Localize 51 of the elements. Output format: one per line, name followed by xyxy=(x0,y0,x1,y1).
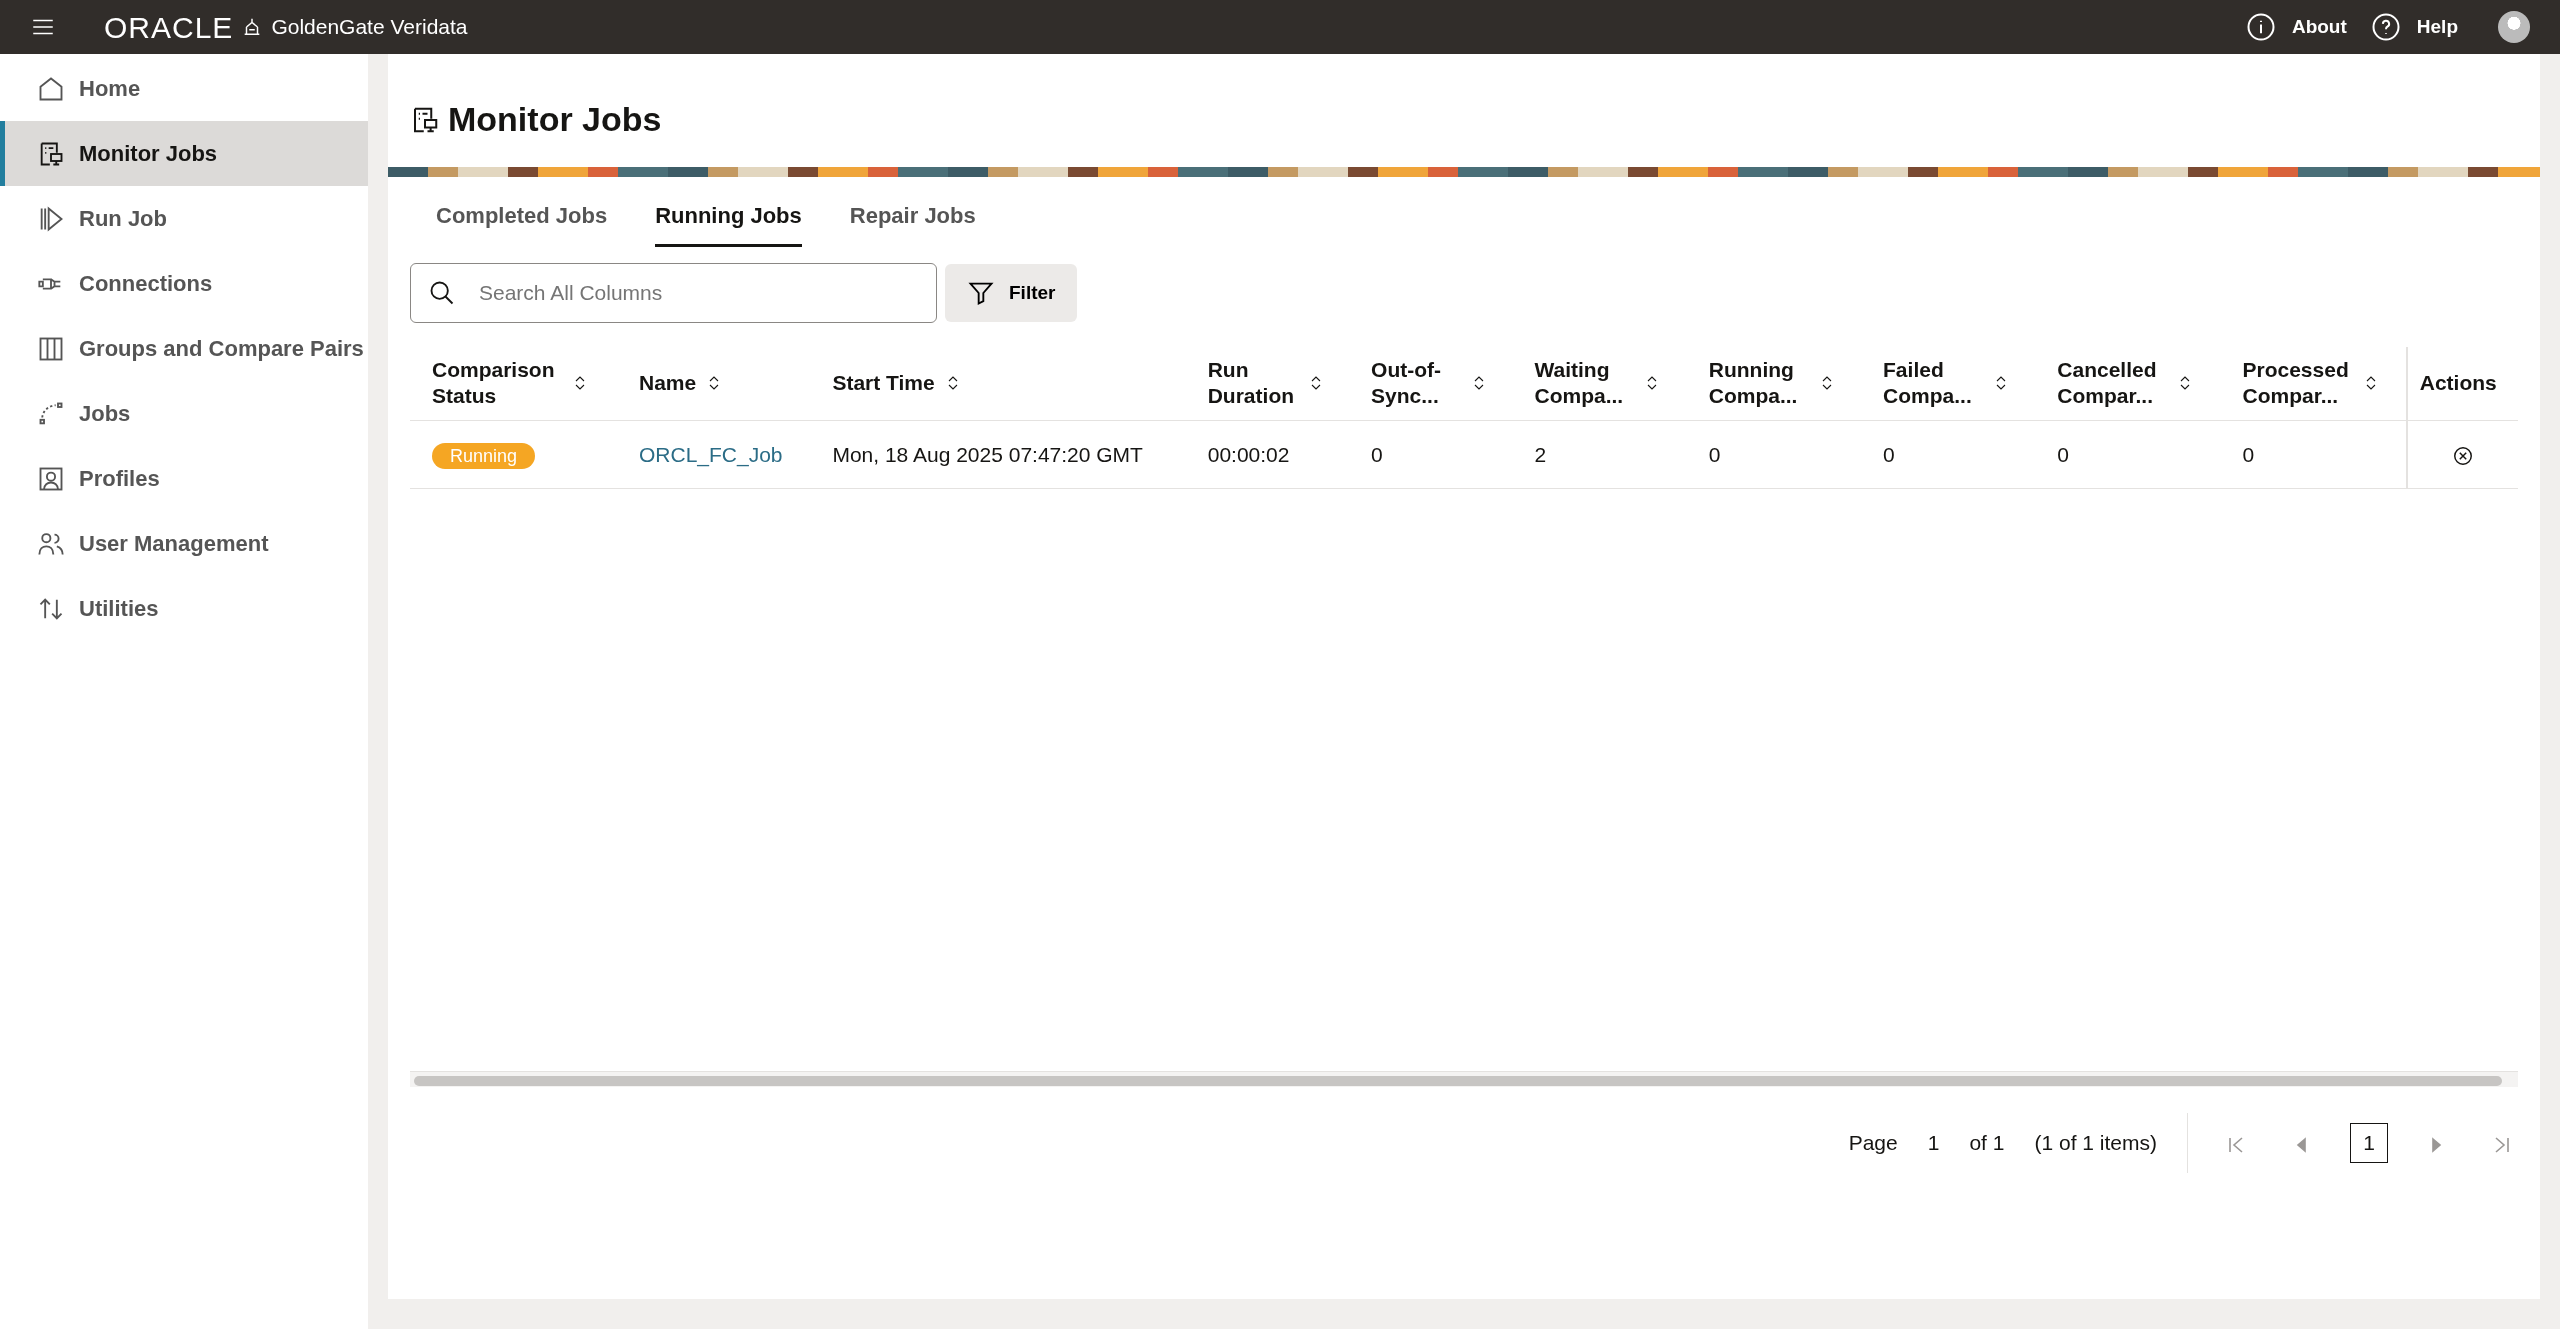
sidebar-item[interactable]: Connections xyxy=(0,251,368,316)
help-icon xyxy=(2370,12,2401,42)
column-header[interactable]: Name xyxy=(638,370,697,397)
tab[interactable]: Completed Jobs xyxy=(436,185,608,247)
table-cell: Mon, 18 Aug 2025 07:47:20 GMT xyxy=(832,442,1143,466)
status-badge: Running xyxy=(432,442,536,469)
logo: ORACLE xyxy=(104,9,234,46)
search-icon xyxy=(428,279,456,307)
top-link[interactable]: Help xyxy=(2370,12,2458,42)
table-cell: 0 xyxy=(2242,442,2255,466)
cancel-icon[interactable] xyxy=(2451,444,2474,467)
sidebar-item[interactable]: Home xyxy=(0,56,368,121)
table-cell: 2 xyxy=(1534,442,1547,466)
page-label: Page xyxy=(1848,1130,1898,1157)
column-header[interactable]: Running Compa... xyxy=(1708,357,1809,410)
column-header[interactable]: Processed Compar... xyxy=(2242,357,2353,410)
table-cell: 0 xyxy=(1883,442,1895,466)
column-header[interactable]: Cancelled Compar... xyxy=(2057,357,2168,410)
items-summary: (1 of 1 items) xyxy=(2034,1130,2157,1157)
page-title: Monitor Jobs xyxy=(448,99,662,140)
page-count: of 1 xyxy=(1969,1130,2005,1157)
column-header[interactable]: Waiting Compa... xyxy=(1534,357,1635,410)
search-field[interactable]: Search All Columns xyxy=(410,263,937,323)
column-header[interactable]: Actions xyxy=(2419,370,2497,397)
column-header[interactable]: Start Time xyxy=(832,370,935,397)
page-number-field[interactable]: 1 xyxy=(1927,1127,1940,1159)
table-cell: 0 xyxy=(2057,442,2069,466)
table-cell: 0 xyxy=(1708,442,1721,466)
tab[interactable]: Running Jobs xyxy=(655,185,802,247)
filter-button[interactable]: Filter xyxy=(945,264,1078,322)
sidebar-item[interactable]: Profiles xyxy=(0,446,368,511)
page-button[interactable]: 1 xyxy=(2350,1123,2388,1163)
sidebar-item[interactable]: Utilities xyxy=(0,576,368,641)
tab[interactable]: Repair Jobs xyxy=(849,185,976,247)
info-icon xyxy=(2245,12,2276,42)
column-header[interactable]: Comparison Status xyxy=(432,357,562,410)
table-cell: 0 xyxy=(1371,442,1383,466)
table-cell: 00:00:02 xyxy=(1207,442,1290,466)
sidebar-item[interactable]: Run Job xyxy=(0,186,368,251)
column-header[interactable]: Failed Compa... xyxy=(1883,357,1984,410)
sidebar-item[interactable]: Jobs xyxy=(0,381,368,446)
scrollbar-thumb[interactable] xyxy=(414,1076,2502,1086)
product-name: GoldenGate Veridata xyxy=(271,14,468,41)
sidebar-item[interactable]: Monitor Jobs xyxy=(0,121,368,186)
column-header[interactable]: Out-of-Sync... xyxy=(1371,357,1462,410)
job-link[interactable]: ORCL_FC_Job xyxy=(638,442,783,466)
sidebar-item[interactable]: Groups and Compare Pairs xyxy=(0,316,368,381)
column-header[interactable]: Run Duration xyxy=(1207,357,1298,410)
top-link[interactable]: About xyxy=(2245,12,2347,42)
sidebar-item[interactable]: User Management xyxy=(0,511,368,576)
avatar[interactable] xyxy=(2498,11,2530,43)
